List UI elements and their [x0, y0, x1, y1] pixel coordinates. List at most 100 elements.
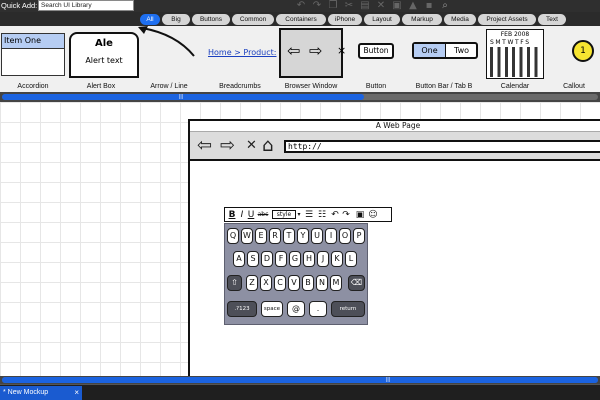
arrow-line-icon: [138, 26, 195, 57]
key-a[interactable]: A: [233, 251, 245, 267]
key-g[interactable]: G: [289, 251, 301, 267]
library-item-button-bar[interactable]: One Two Button Bar / Tab B: [408, 26, 480, 92]
key-s[interactable]: S: [247, 251, 259, 267]
canvas-scrollbar[interactable]: |||: [0, 376, 600, 384]
tab-text[interactable]: Text: [538, 14, 566, 25]
key-q[interactable]: Q: [227, 228, 239, 244]
browser-navbar: ⇦ ⇨ ✕ ⌂ http://: [190, 131, 600, 161]
key-y[interactable]: Y: [297, 228, 309, 244]
key-b[interactable]: B: [302, 275, 314, 291]
cut-icon[interactable]: ✂: [343, 0, 355, 11]
paste-icon[interactable]: ▤: [359, 0, 371, 11]
key-u[interactable]: U: [311, 228, 323, 244]
backspace-key-icon[interactable]: ⌫: [348, 275, 365, 291]
redo-icon[interactable]: ↷: [311, 0, 323, 11]
library-scrollbar[interactable]: |||: [0, 92, 600, 102]
browser-window-thumb: ⇦ ⇨: [279, 28, 343, 78]
lock-icon[interactable]: ▪: [423, 0, 435, 11]
tab-project-assets[interactable]: Project Assets: [478, 14, 536, 25]
forward-arrow-icon: ⇨: [309, 41, 323, 60]
key-m[interactable]: M: [330, 275, 342, 291]
key-x[interactable]: X: [260, 275, 272, 291]
undo-icon[interactable]: ↶: [295, 0, 307, 11]
calendar-grid: [490, 47, 542, 77]
key-o[interactable]: O: [339, 228, 351, 244]
canvas-scroll-track[interactable]: |||: [2, 377, 598, 383]
smiley-icon[interactable]: ☺: [367, 209, 379, 221]
key-z[interactable]: Z: [246, 275, 258, 291]
canvas-scroll-thumb[interactable]: |||: [2, 377, 598, 383]
url-input[interactable]: http://: [284, 140, 600, 153]
undo-icon[interactable]: ↶: [330, 209, 340, 221]
library-item-accordion[interactable]: Item One Accordion: [0, 26, 66, 92]
library-item-arrow-line[interactable]: Arrow / Line: [136, 26, 202, 92]
redo-icon[interactable]: ↷: [341, 209, 351, 221]
key-h[interactable]: H: [303, 251, 315, 267]
library-item-callout[interactable]: 1 Callout: [548, 26, 600, 92]
back-arrow-icon[interactable]: ⇦: [197, 136, 212, 156]
tab-iphone[interactable]: iPhone: [328, 14, 362, 25]
key-n[interactable]: N: [316, 275, 328, 291]
key-at[interactable]: @: [287, 301, 305, 317]
key-i[interactable]: I: [325, 228, 337, 244]
library-scroll-track[interactable]: |||: [2, 94, 598, 100]
quick-add-search-input[interactable]: Search UI Library: [38, 0, 134, 11]
key-j[interactable]: J: [317, 251, 329, 267]
key-l[interactable]: L: [345, 251, 357, 267]
library-label-callout: Callout: [563, 83, 585, 90]
tab-big[interactable]: Big: [162, 14, 190, 25]
strike-button[interactable]: abc: [256, 209, 270, 221]
chevron-down-icon[interactable]: ▾: [296, 209, 302, 221]
forward-arrow-icon[interactable]: ⇨: [220, 136, 235, 156]
style-dropdown[interactable]: style: [272, 210, 296, 219]
key-c[interactable]: C: [274, 275, 286, 291]
library-item-alert-box[interactable]: Ale Alert text Alert Box: [68, 26, 139, 92]
italic-button[interactable]: I: [238, 209, 246, 221]
tab-new-mockup[interactable]: * New Mockup ×: [0, 386, 82, 400]
scroll-grip-icon: |||: [386, 377, 390, 383]
library-scroll-thumb[interactable]: |||: [2, 94, 364, 100]
key-p[interactable]: P: [353, 228, 365, 244]
close-icon[interactable]: ×: [74, 386, 79, 400]
library-item-breadcrumbs[interactable]: Home > Product: Breadcrumbs: [204, 26, 276, 92]
key-t[interactable]: T: [283, 228, 295, 244]
tab-containers[interactable]: Containers: [276, 14, 326, 25]
iphone-keyboard[interactable]: Q W E R T Y U I O P A S D F G H J K L ⇧ …: [224, 223, 368, 325]
key-w[interactable]: W: [241, 228, 253, 244]
key-period[interactable]: .: [309, 301, 327, 317]
bullet-list-icon[interactable]: ☰: [303, 209, 315, 221]
key-numbers[interactable]: .?123: [227, 301, 257, 317]
numbered-list-icon[interactable]: ☷: [316, 209, 328, 221]
tab-buttons[interactable]: Buttons: [192, 14, 230, 25]
key-f[interactable]: F: [275, 251, 287, 267]
home-icon[interactable]: ⌂: [262, 136, 273, 156]
key-v[interactable]: V: [288, 275, 300, 291]
key-k[interactable]: K: [331, 251, 343, 267]
delete-icon[interactable]: ✕: [375, 0, 387, 11]
mockup-canvas[interactable]: A Web Page ⇦ ⇨ ✕ ⌂ http:// B I U abc sty…: [0, 102, 600, 376]
group-icon[interactable]: ▣: [391, 0, 403, 11]
library-item-calendar[interactable]: FEB 2008 SMTWTFS Calendar: [484, 26, 546, 92]
key-space[interactable]: space: [261, 301, 283, 317]
key-return[interactable]: return: [331, 301, 365, 317]
key-r[interactable]: R: [269, 228, 281, 244]
tab-layout[interactable]: Layout: [364, 14, 400, 25]
rich-text-toolbar[interactable]: B I U abc style ▾ ☰ ☷ ↶ ↷ ▣ ☺: [224, 207, 392, 222]
key-d[interactable]: D: [261, 251, 273, 267]
library-item-button[interactable]: Button Button: [346, 26, 406, 92]
shift-key-icon[interactable]: ⇧: [227, 275, 242, 291]
tab-media[interactable]: Media: [444, 14, 476, 25]
library-item-browser-window[interactable]: ⇦ ⇨ × Browser Window: [278, 26, 346, 92]
tab-common[interactable]: Common: [232, 14, 274, 25]
tab-markup[interactable]: Markup: [402, 14, 442, 25]
zoom-icon[interactable]: ⌕: [439, 0, 451, 11]
image-icon[interactable]: ▣: [354, 209, 366, 221]
tab-all[interactable]: All: [140, 14, 160, 25]
copy-icon[interactable]: ❐: [327, 0, 339, 11]
calendar-month: FEB 2008: [500, 31, 530, 38]
bring-front-icon[interactable]: ▲: [407, 0, 419, 11]
stop-icon[interactable]: ✕: [246, 136, 257, 156]
key-e[interactable]: E: [255, 228, 267, 244]
underline-button[interactable]: U: [247, 209, 255, 221]
bold-button[interactable]: B: [227, 209, 237, 221]
